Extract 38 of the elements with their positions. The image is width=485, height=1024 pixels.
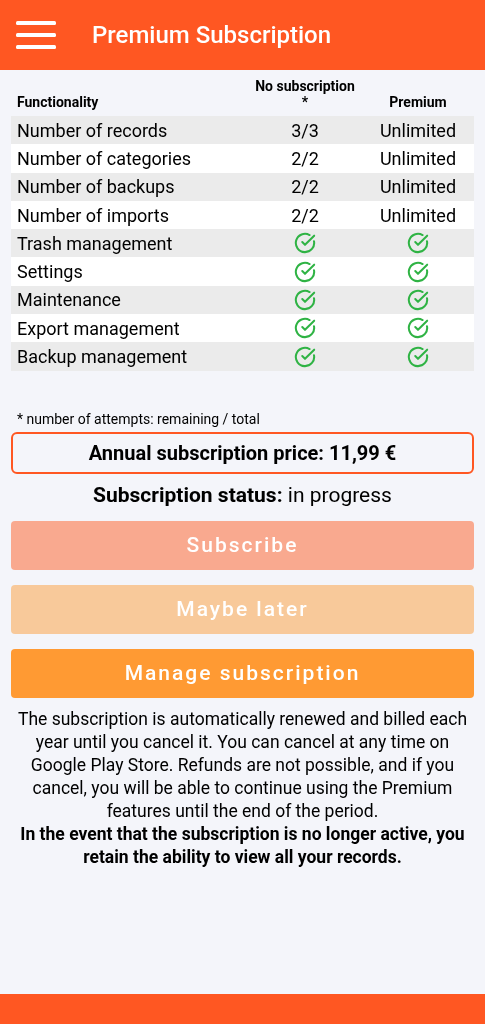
table-cell-text: Export management — [17, 316, 180, 341]
table-cell-text: Maintenance — [17, 288, 121, 313]
table-cell-text: Unlimited — [379, 203, 457, 228]
check-circle-icon — [407, 260, 429, 283]
check-circle-icon — [294, 288, 316, 311]
table-cell-text: Number of records — [17, 118, 168, 143]
check-circle-icon — [294, 232, 316, 255]
table-cell-text: Unlimited — [379, 175, 457, 200]
check-circle-icon — [294, 317, 316, 340]
table-cell-text: Number of imports — [17, 203, 169, 228]
table-cell-text: Number of backups — [17, 175, 175, 200]
subscription-status: Subscription status: in progress — [92, 481, 393, 509]
table-cell-text: 2/2 — [291, 175, 319, 200]
check-circle-icon — [294, 345, 316, 368]
table-cell-text: Trash management — [17, 231, 173, 256]
check-circle-icon — [407, 345, 429, 368]
check-circle-icon — [407, 232, 429, 255]
column-header: Premium — [389, 94, 447, 110]
price-text: Annual subscription price: 11,99 € — [88, 439, 397, 467]
table-cell-text: Backup management — [17, 345, 188, 369]
column-header: No subscription * — [255, 78, 355, 110]
action-button[interactable]: Manage subscription — [11, 649, 474, 699]
menu-icon[interactable] — [16, 21, 56, 49]
footnote: * number of attempts: remaining / total — [16, 409, 261, 429]
notice-text: The subscription is automatically renewed and billed each year until you cancel it. You can cancel at any time on Google Play Store. Refunds are not possible, and if you cancel, you will be able to continue using the Premium features until the end of the period. — [16, 708, 469, 824]
table-cell-text: Unlimited — [379, 118, 457, 143]
check-circle-icon — [407, 288, 429, 311]
table-cell-text: 3/3 — [291, 118, 319, 143]
table-cell-text: Number of categories — [17, 146, 192, 171]
check-circle-icon — [407, 317, 429, 340]
notice-bold-text: In the event that the subscription is no longer active, you retain the ability to view all your records. — [19, 823, 466, 870]
table-cell-text: Settings — [17, 260, 83, 285]
table-cell-text: 2/2 — [291, 146, 319, 171]
check-circle-icon — [294, 260, 316, 283]
table-cell-text: Unlimited — [379, 146, 457, 171]
column-header: Functionality — [16, 94, 100, 110]
table-cell-text: 2/2 — [291, 203, 319, 228]
screen-title: Premium Subscription — [92, 20, 332, 51]
